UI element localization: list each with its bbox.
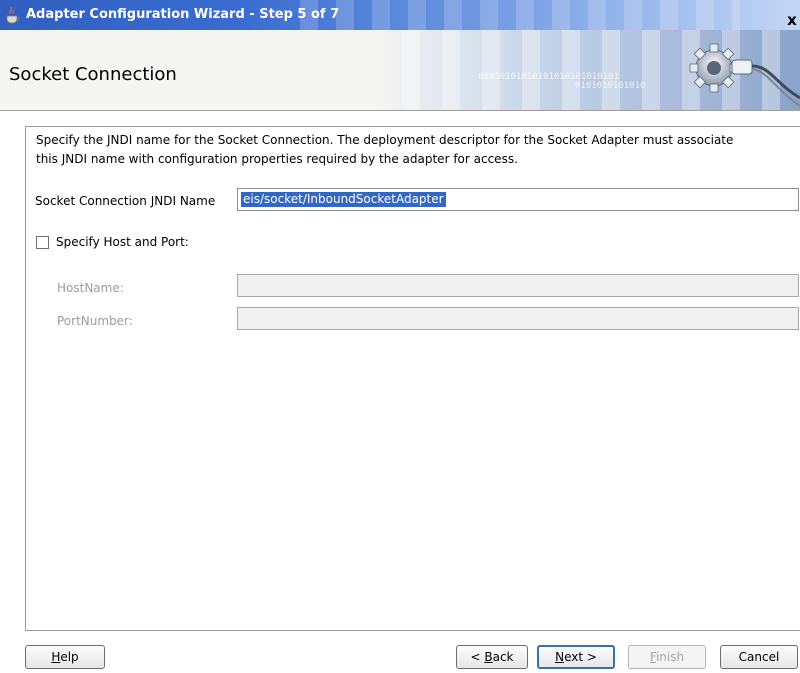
banner-divider <box>0 110 800 111</box>
adapter-wizard-dialog: Adapter Configuration Wizard - Step 5 of… <box>0 0 800 673</box>
portnumber-input[interactable] <box>237 307 799 330</box>
help-button[interactable]: Help <box>25 645 105 669</box>
page-title: Socket Connection <box>9 64 177 85</box>
finish-button[interactable]: Finish <box>628 645 706 669</box>
specify-host-port-label[interactable]: Specify Host and Port: <box>56 235 189 249</box>
jndi-name-label: Socket Connection JNDI Name <box>35 194 216 208</box>
header-banner: 01010101010101010101010101 0101010101010… <box>0 30 800 110</box>
content-panel: Specify the JNDI name for the Socket Con… <box>25 126 800 631</box>
title-bar-stripes <box>300 0 740 30</box>
instructions-line-1: Specify the JNDI name for the Socket Con… <box>36 133 734 147</box>
hostname-input[interactable] <box>237 274 799 297</box>
cancel-button[interactable]: Cancel <box>720 645 798 669</box>
title-bar[interactable]: Adapter Configuration Wizard - Step 5 of… <box>0 0 800 30</box>
back-button[interactable]: < Back <box>456 645 528 669</box>
specify-host-port-checkbox[interactable] <box>36 236 49 249</box>
jndi-name-value: eis/socket/InboundSocketAdapter <box>241 192 446 207</box>
close-icon[interactable]: x <box>784 12 800 28</box>
jndi-name-input[interactable]: eis/socket/InboundSocketAdapter <box>237 188 799 211</box>
gear-plug-icon <box>689 43 800 107</box>
next-button[interactable]: Next > <box>537 645 615 669</box>
window-title: Adapter Configuration Wizard - Step 5 of… <box>26 7 340 22</box>
java-cup-icon <box>6 6 20 24</box>
portnumber-label: PortNumber: <box>57 314 133 328</box>
binary-decoration-2: 0101010101010 <box>575 81 646 91</box>
hostname-label: HostName: <box>57 281 124 295</box>
instructions-text: Specify the JNDI name for the Socket Con… <box>36 131 796 169</box>
instructions-line-2: this JNDI name with configuration proper… <box>36 152 518 166</box>
